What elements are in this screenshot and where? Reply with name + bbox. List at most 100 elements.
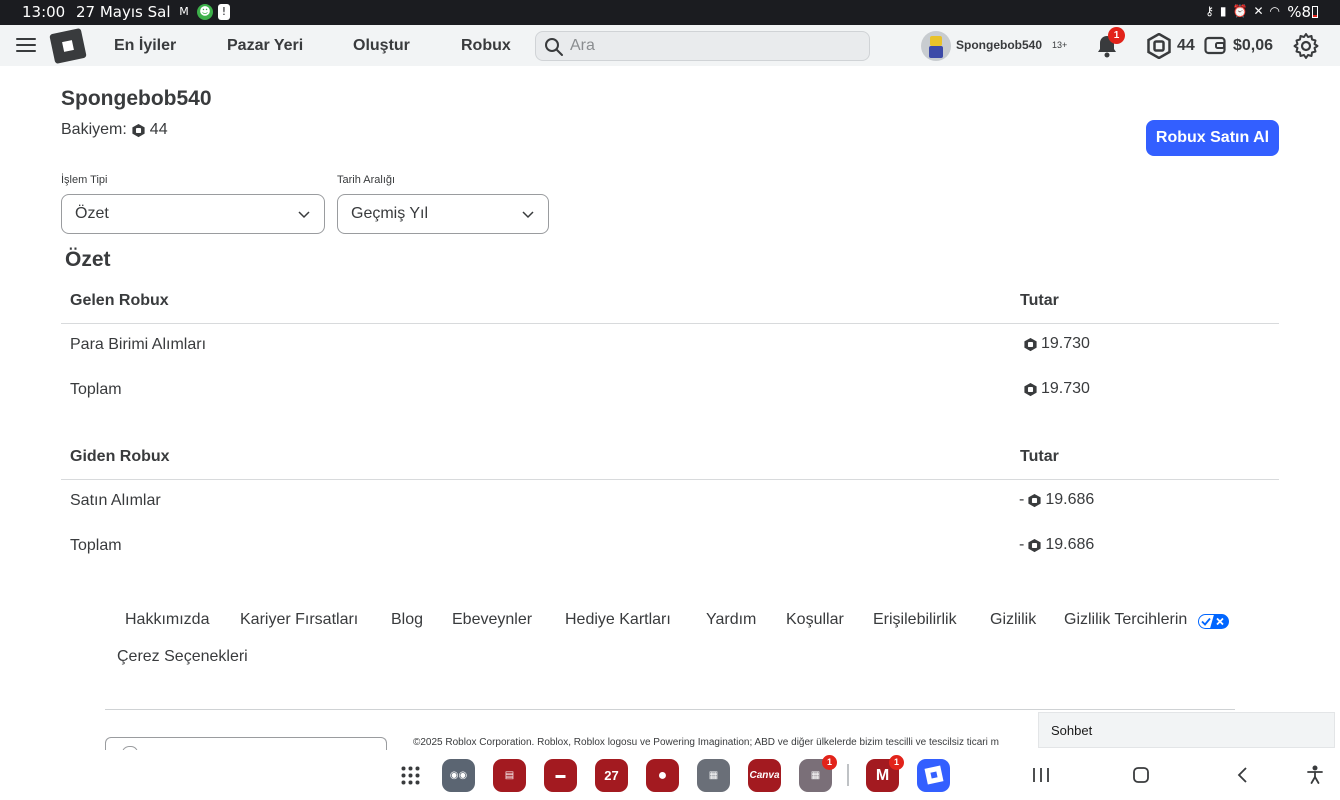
privacy-choices-toggle-icon[interactable] — [1198, 614, 1229, 629]
search-icon — [545, 38, 563, 56]
status-system-icons: ⚷ ▮ ⏰ ✕ ◠ — [1205, 4, 1280, 18]
footer-link-parents[interactable]: Ebeveynler — [452, 611, 532, 629]
robux-icon — [1028, 538, 1041, 552]
amount-value: 19.686 — [1045, 536, 1095, 553]
footer-link-terms[interactable]: Koşullar — [786, 611, 844, 629]
nav-robux-balance[interactable]: 44 — [1177, 37, 1195, 55]
top-navigation: En İyiler Pazar Yeri Oluştur Robux Spong… — [0, 25, 1340, 66]
chat-label: Sohbet — [1051, 723, 1093, 738]
messages-app-icon[interactable]: ● — [646, 759, 679, 792]
app-badge: 1 — [889, 755, 904, 770]
roblox-app-icon[interactable] — [917, 759, 950, 792]
status-date: 27 Mayıs Sal — [76, 3, 171, 21]
balance-value: 44 — [149, 121, 168, 138]
battery-saver-status-icon: ! — [218, 4, 230, 20]
status-bar: 13:00 27 Mayıs Sal M ☻ ! ⚷ ▮ ⏰ ✕ ◠ %8 — [0, 0, 1340, 25]
nav-username[interactable]: Spongebob540 — [956, 38, 1042, 52]
status-time: 13:00 — [22, 3, 66, 21]
search-bar[interactable] — [535, 31, 870, 61]
date-range-label: Tarih Aralığı — [337, 174, 396, 186]
mute-icon: ✕ — [1253, 4, 1264, 18]
face-app-icon[interactable]: ◉◉ — [442, 759, 475, 792]
nav-link-create[interactable]: Oluştur — [353, 37, 410, 55]
outgoing-amount-header: Tutar — [1020, 448, 1059, 465]
table-row-total-label: Toplam — [70, 537, 122, 554]
footer-link-careers[interactable]: Kariyer Fırsatları — [240, 611, 358, 629]
outgoing-header: Giden Robux — [70, 448, 170, 465]
page-title-username: Spongebob540 — [61, 87, 212, 110]
age-badge: 13+ — [1052, 40, 1068, 50]
footer-divider — [105, 709, 1235, 710]
summary-title: Özet — [65, 248, 111, 271]
table-row-amount: - 19.686 — [1019, 491, 1094, 509]
table-row-label: Para Birimi Alımları — [70, 336, 207, 353]
balance-row: Bakiyem: 44 — [61, 121, 168, 139]
footer-link-cookie-options[interactable]: Çerez Seçenekleri — [117, 648, 248, 666]
amount-sign: - — [1019, 536, 1025, 553]
footer-link-gift-cards[interactable]: Hediye Kartları — [565, 611, 671, 629]
hamburger-menu-icon[interactable] — [16, 37, 36, 53]
taskbar-dock: ◉◉ ▤ ▬ 27 ● ▦ Canva ▦ 1 M1 — [0, 750, 1340, 800]
gear-icon[interactable] — [1292, 32, 1320, 60]
robux-icon — [132, 123, 145, 137]
status-notification-icons: M ☻ ! — [176, 4, 230, 20]
table-row-label: Satın Alımlar — [70, 492, 161, 509]
robux-icon — [1024, 337, 1037, 351]
gmail-status-icon: M — [179, 5, 189, 18]
amount-value: 19.686 — [1045, 491, 1095, 508]
app-folder-icon[interactable]: ▦ 1 — [799, 755, 837, 792]
calendar-app-icon[interactable]: 27 — [595, 759, 628, 792]
app-folder-icon[interactable]: ▦ — [697, 759, 730, 792]
battery-level: %8 — [1287, 3, 1318, 21]
back-button-icon[interactable] — [1232, 764, 1254, 786]
nav-link-charts[interactable]: En İyiler — [114, 37, 176, 55]
footer-link-privacy-choices[interactable]: Gizlilik Tercihlerin — [1064, 611, 1187, 629]
footer-link-about[interactable]: Hakkımızda — [125, 611, 209, 629]
balance-label: Bakiyem: — [61, 121, 127, 138]
notes-app-icon[interactable]: ▤ — [493, 759, 526, 792]
nav-link-marketplace[interactable]: Pazar Yeri — [227, 37, 303, 55]
chat-bar[interactable]: Sohbet — [1038, 712, 1335, 748]
transaction-type-value: Özet — [75, 205, 109, 222]
language-selector[interactable] — [105, 737, 387, 753]
canva-app-icon[interactable]: Canva — [748, 759, 781, 792]
amount-value: 19.730 — [1041, 380, 1090, 397]
incoming-header: Gelen Robux — [70, 292, 169, 309]
alarm-icon: ⏰ — [1232, 4, 1248, 18]
divider — [61, 323, 1279, 324]
table-row-total-label: Toplam — [70, 381, 122, 398]
home-button-icon[interactable] — [1130, 764, 1152, 786]
nav-link-robux[interactable]: Robux — [461, 37, 511, 55]
dock-divider — [847, 764, 849, 786]
recent-apps-icon[interactable] — [1030, 764, 1052, 786]
amount-value: 19.730 — [1041, 335, 1090, 352]
app-drawer-icon[interactable] — [401, 766, 420, 785]
roblox-logo-icon[interactable] — [49, 28, 87, 64]
date-range-select[interactable]: Geçmiş Yıl — [337, 194, 549, 234]
divider — [61, 479, 1279, 480]
key-icon: ⚷ — [1205, 4, 1214, 18]
footer-link-accessibility[interactable]: Erişilebilirlik — [873, 611, 957, 629]
notification-count-badge: 1 — [1108, 27, 1125, 44]
robux-icon[interactable] — [1146, 33, 1172, 59]
chevron-down-icon — [298, 211, 310, 219]
wallet-balance[interactable]: $0,06 — [1233, 37, 1273, 55]
app-badge: 1 — [822, 755, 837, 770]
avatar[interactable] — [921, 31, 951, 61]
footer-link-privacy[interactable]: Gizlilik — [990, 611, 1036, 629]
files-app-icon[interactable]: ▬ — [544, 759, 577, 792]
footer-link-blog[interactable]: Blog — [391, 611, 423, 629]
buy-robux-button[interactable]: Robux Satın Al — [1146, 120, 1279, 156]
footer-link-help[interactable]: Yardım — [706, 611, 756, 629]
gmail-app-icon[interactable]: M1 — [866, 755, 904, 792]
wallet-icon[interactable] — [1204, 35, 1226, 55]
shield-status-icon: ☻ — [197, 4, 213, 20]
date-range-value: Geçmiş Yıl — [351, 205, 429, 222]
battery-alert-icon: ▮ — [1219, 4, 1227, 18]
robux-icon — [1028, 493, 1041, 507]
table-row-total-amount: - 19.686 — [1019, 536, 1094, 554]
transaction-type-select[interactable]: Özet — [61, 194, 325, 234]
accessibility-icon[interactable] — [1304, 764, 1326, 786]
search-input[interactable] — [570, 35, 860, 57]
copyright-text: ©2025 Roblox Corporation. Roblox, Roblox… — [413, 737, 999, 748]
